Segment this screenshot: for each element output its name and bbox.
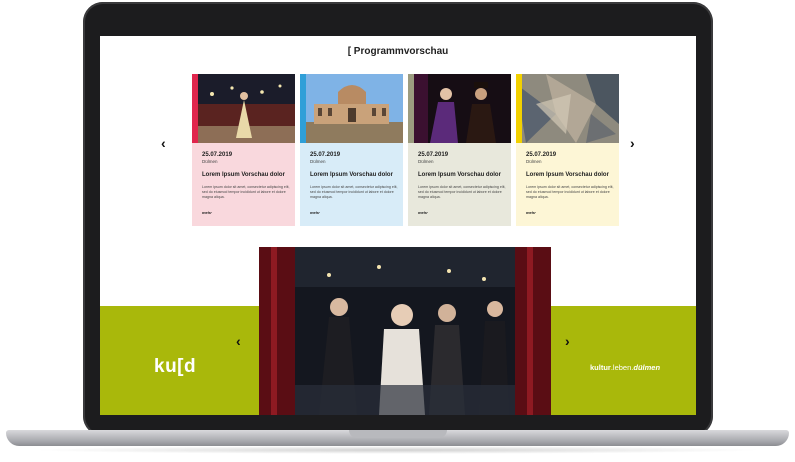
- more-link[interactable]: mehr: [202, 210, 212, 215]
- laptop-notch: [349, 430, 447, 438]
- more-link[interactable]: mehr: [526, 210, 536, 215]
- event-card[interactable]: 25.07.2019 Dülmen Lorem Ipsum Vorschau d…: [516, 74, 619, 226]
- website-screen: [ Programmvorschau ‹ › 25.07.2019 Dülmen…: [100, 36, 696, 415]
- carousel-prev-button[interactable]: ‹: [161, 136, 166, 150]
- event-city: Dülmen: [526, 159, 542, 164]
- event-teaser: Lorem ipsum dolor sit amet, consectetur …: [202, 185, 290, 199]
- laptop-shadow: [30, 446, 765, 454]
- event-card[interactable]: 25.07.2019 Dülmen Lorem Ipsum Vorschau d…: [408, 74, 511, 226]
- event-teaser: Lorem ipsum dolor sit amet, consectetur …: [310, 185, 398, 199]
- event-image: [300, 74, 403, 143]
- event-title: Lorem Ipsum Vorschau dolor: [202, 172, 285, 178]
- event-title: Lorem Ipsum Vorschau dolor: [418, 172, 501, 178]
- card-accent-bar: [300, 74, 306, 143]
- tagline-part: dülmen: [633, 363, 661, 372]
- hero-prev-button[interactable]: ‹: [236, 334, 241, 348]
- tagline-part: .leben.: [610, 363, 634, 372]
- kud-logo[interactable]: ku[d: [154, 356, 196, 378]
- event-city: Dülmen: [202, 159, 218, 164]
- card-accent-bar: [408, 74, 414, 143]
- card-accent-bar: [192, 74, 198, 143]
- event-image: [408, 74, 511, 143]
- carousel-next-button[interactable]: ›: [630, 136, 635, 150]
- event-date: 25.07.2019: [202, 152, 233, 158]
- chevron-left-icon: ‹: [161, 135, 166, 151]
- event-teaser: Lorem ipsum dolor sit amet, consectetur …: [526, 185, 614, 199]
- section-title: [ Programmvorschau: [347, 46, 449, 57]
- more-link[interactable]: mehr: [418, 210, 428, 215]
- chevron-right-icon: ›: [565, 333, 570, 349]
- event-title: Lorem Ipsum Vorschau dolor: [526, 172, 609, 178]
- event-image: [192, 74, 295, 143]
- event-date: 25.07.2019: [310, 152, 341, 158]
- event-image: [516, 74, 619, 143]
- event-date: 25.07.2019: [526, 152, 557, 158]
- chevron-left-icon: ‹: [236, 333, 241, 349]
- event-card[interactable]: 25.07.2019 Dülmen Lorem Ipsum Vorschau d…: [192, 74, 295, 226]
- hero-next-button[interactable]: ›: [565, 334, 570, 348]
- chevron-right-icon: ›: [630, 135, 635, 151]
- event-date: 25.07.2019: [418, 152, 449, 158]
- hero-image: [259, 247, 551, 415]
- brand-tagline: kultur.leben.dülmen: [590, 363, 660, 372]
- event-title: Lorem Ipsum Vorschau dolor: [310, 172, 393, 178]
- event-city: Dülmen: [418, 159, 434, 164]
- event-card[interactable]: 25.07.2019 Dülmen Lorem Ipsum Vorschau d…: [300, 74, 403, 226]
- tagline-part: kultur: [590, 363, 611, 372]
- event-city: Dülmen: [310, 159, 326, 164]
- more-link[interactable]: mehr: [310, 210, 320, 215]
- event-teaser: Lorem ipsum dolor sit amet, consectetur …: [418, 185, 506, 199]
- card-accent-bar: [516, 74, 522, 143]
